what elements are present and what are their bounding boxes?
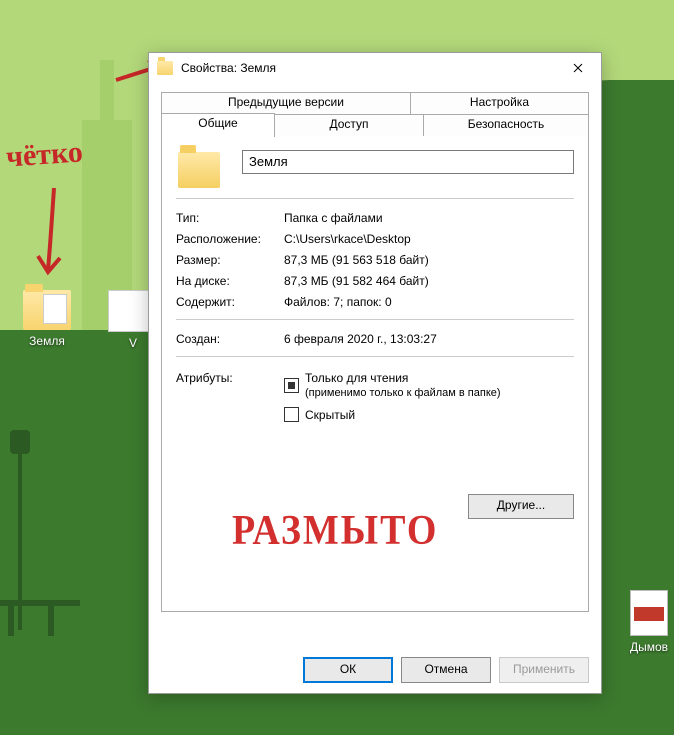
tab-general[interactable]: Общие [161,113,275,137]
tab-security[interactable]: Безопасность [424,114,589,136]
value-type: Папка с файлами [284,211,574,225]
folder-icon [23,290,71,330]
folder-icon [178,152,220,188]
annotation-blurry: РАЗМЫТО [232,507,439,555]
tab-previous-versions[interactable]: Предыдущие версии [161,92,411,114]
checkbox-empty-icon [284,407,299,422]
separator [176,356,574,357]
cancel-button[interactable]: Отмена [401,657,491,683]
label-created: Создан: [176,332,284,346]
label-ondisk: На диске: [176,274,284,288]
checkbox-indeterminate-icon [284,378,299,393]
label-size: Размер: [176,253,284,267]
pdf-icon [630,590,668,636]
icon-label: Дымов [614,640,674,654]
annotation-sharp: чётко [5,135,84,174]
tab-customize[interactable]: Настройка [411,92,589,114]
tab-row-back: Предыдущие версии Настройка [161,91,589,114]
tab-row-front: Общие Доступ Безопасность [161,113,589,136]
checkbox-note: (применимо только к файлам в папке) [305,387,501,399]
bg-bench [0,600,80,636]
label-attributes: Атрибуты: [176,369,284,428]
value-size: 87,3 МБ (91 563 518 байт) [284,253,574,267]
desktop-pdf-dymov[interactable]: Дымов [614,590,674,654]
folder-name-input[interactable]: Земля [242,150,574,174]
folder-icon [157,61,173,75]
desktop-folder-zemlya[interactable]: Земля [12,290,82,348]
apply-button[interactable]: Применить [499,657,589,683]
label-type: Тип: [176,211,284,225]
value-location: C:\Users\rkace\Desktop [284,232,574,246]
properties-dialog: Свойства: Земля Предыдущие версии Настро… [148,52,602,694]
ok-button[interactable]: ОК [303,657,393,683]
icon-label: Земля [12,334,82,348]
titlebar[interactable]: Свойства: Земля [149,53,601,83]
desktop-background: Земля V Дымов чётко Свойства: Земля Пре [0,0,674,735]
separator [176,319,574,320]
tab-content-general: Земля Тип:Папка с файлами Расположение:C… [161,136,589,612]
separator [176,198,574,199]
value-contains: Файлов: 7; папок: 0 [284,295,574,309]
tab-sharing[interactable]: Доступ [275,114,424,136]
value-created: 6 февраля 2020 г., 13:03:27 [284,332,574,346]
advanced-button[interactable]: Другие... [468,494,574,519]
checkbox-hidden[interactable]: Скрытый [284,407,574,422]
close-icon [573,63,583,73]
checkbox-label: Только для чтения [305,371,408,385]
window-title: Свойства: Земля [181,61,555,75]
label-location: Расположение: [176,232,284,246]
label-contains: Содержит: [176,295,284,309]
value-ondisk: 87,3 МБ (91 582 464 байт) [284,274,574,288]
checkbox-label: Скрытый [305,408,355,422]
checkbox-readonly[interactable]: Только для чтения (применимо только к фа… [284,371,574,399]
close-button[interactable] [555,53,601,83]
